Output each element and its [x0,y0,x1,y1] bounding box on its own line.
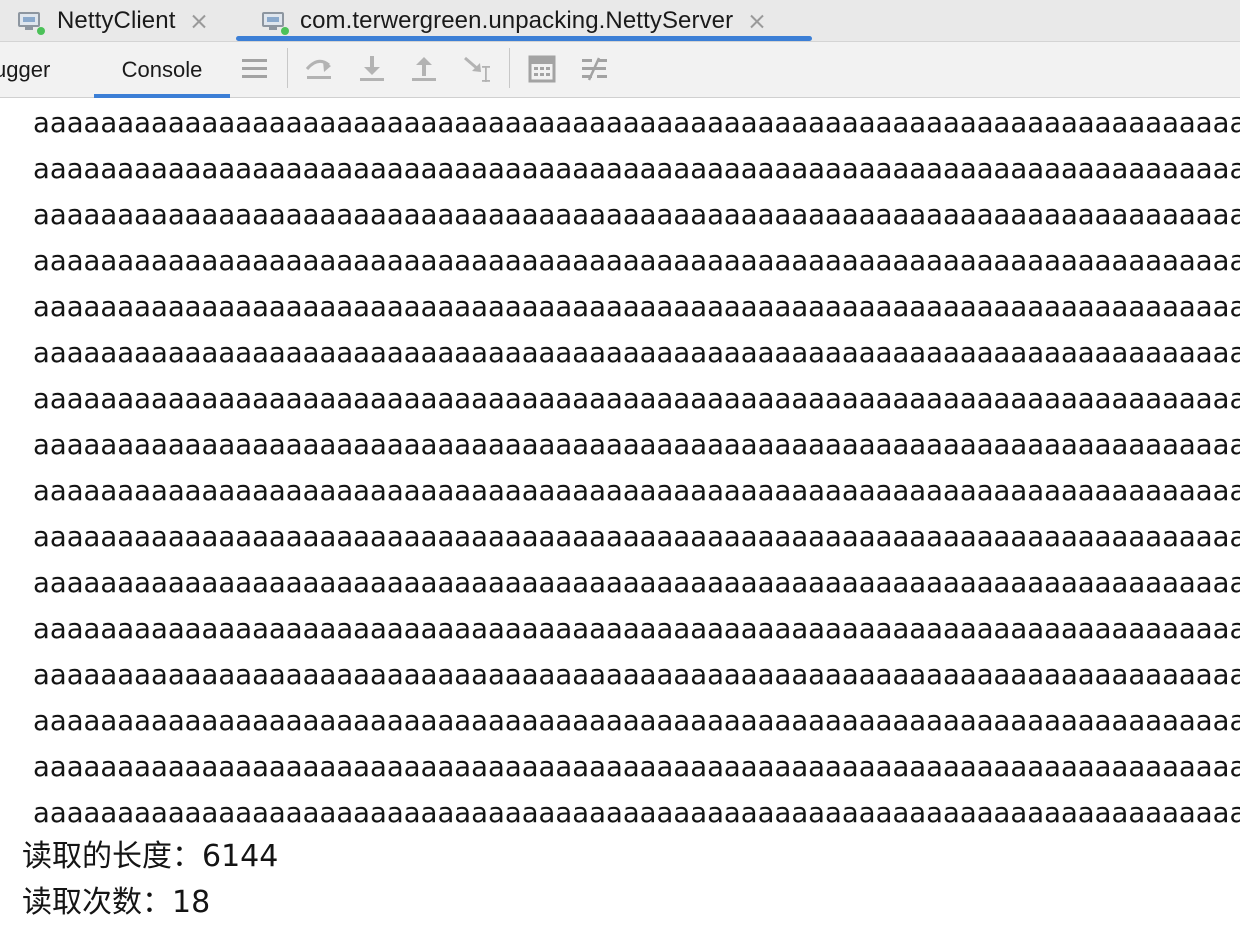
console-line: aaaaaaaaaaaaaaaaaaaaaaaaaaaaaaaaaaaaaaaa… [33,659,1240,691]
read-count-output: 读取次数：18 [22,885,211,920]
console-line: aaaaaaaaaaaaaaaaaaaaaaaaaaaaaaaaaaaaaaaa… [33,567,1240,599]
run-tab-netty-server[interactable]: com.terwergreen.unpacking.NettyServer [236,0,812,41]
console-line: aaaaaaaaaaaaaaaaaaaaaaaaaaaaaaaaaaaaaaaa… [33,199,1240,231]
run-tab-label: NettyClient [57,6,176,34]
active-tab-indicator [236,36,812,41]
debug-toolbar: ugger Console [0,42,1240,98]
console-line: aaaaaaaaaaaaaaaaaaaaaaaaaaaaaaaaaaaaaaaa… [33,521,1240,553]
console-line: aaaaaaaaaaaaaaaaaaaaaaaaaaaaaaaaaaaaaaaa… [33,705,1240,737]
run-to-cursor-icon[interactable] [460,52,494,86]
console-line: aaaaaaaaaaaaaaaaaaaaaaaaaaaaaaaaaaaaaaaa… [33,797,1240,829]
console-line: aaaaaaaaaaaaaaaaaaaaaaaaaaaaaaaaaaaaaaaa… [33,613,1240,645]
evaluate-expression-icon[interactable] [525,52,559,86]
console-line: aaaaaaaaaaaaaaaaaaaaaaaaaaaaaaaaaaaaaaaa… [33,291,1240,323]
console-line: aaaaaaaaaaaaaaaaaaaaaaaaaaaaaaaaaaaaaaaa… [33,153,1240,185]
application-run-icon [18,10,45,35]
console-line: aaaaaaaaaaaaaaaaaaaaaaaaaaaaaaaaaaaaaaaa… [33,245,1240,277]
tab-debugger[interactable]: ugger [0,42,50,97]
step-out-icon[interactable] [407,52,441,86]
console-line: aaaaaaaaaaaaaaaaaaaaaaaaaaaaaaaaaaaaaaaa… [33,751,1240,783]
console-line: aaaaaaaaaaaaaaaaaaaaaaaaaaaaaaaaaaaaaaaa… [33,383,1240,415]
run-tab-label: com.terwergreen.unpacking.NettyServer [300,6,734,34]
console-line: aaaaaaaaaaaaaaaaaaaaaaaaaaaaaaaaaaaaaaaa… [33,475,1240,507]
console-line: aaaaaaaaaaaaaaaaaaaaaaaaaaaaaaaaaaaaaaaa… [33,429,1240,461]
run-tool-window: NettyClient com.terwergreen.unpacking.Ne… [0,0,1240,936]
toolbar-separator [509,48,510,88]
run-tabs-bar: NettyClient com.terwergreen.unpacking.Ne… [0,0,1240,42]
console-line: aaaaaaaaaaaaaaaaaaaaaaaaaaaaaaaaaaaaaaaa… [33,337,1240,369]
list-menu-icon[interactable] [238,52,272,86]
tab-console[interactable]: Console [94,42,230,98]
toolbar-separator [287,48,288,88]
close-icon[interactable] [190,12,208,30]
step-into-icon[interactable] [355,52,389,86]
step-over-icon[interactable] [302,52,336,86]
read-length-output: 读取的长度：6144 [22,839,279,874]
console-output[interactable]: aaaaaaaaaaaaaaaaaaaaaaaaaaaaaaaaaaaaaaaa… [0,98,1240,936]
tab-console-label: Console [121,57,203,82]
application-run-icon [262,10,289,35]
console-line: aaaaaaaaaaaaaaaaaaaaaaaaaaaaaaaaaaaaaaaa… [33,107,1240,139]
trace-icon[interactable] [577,52,611,86]
run-tab-netty-client[interactable]: NettyClient [18,0,208,41]
close-icon[interactable] [748,12,766,30]
